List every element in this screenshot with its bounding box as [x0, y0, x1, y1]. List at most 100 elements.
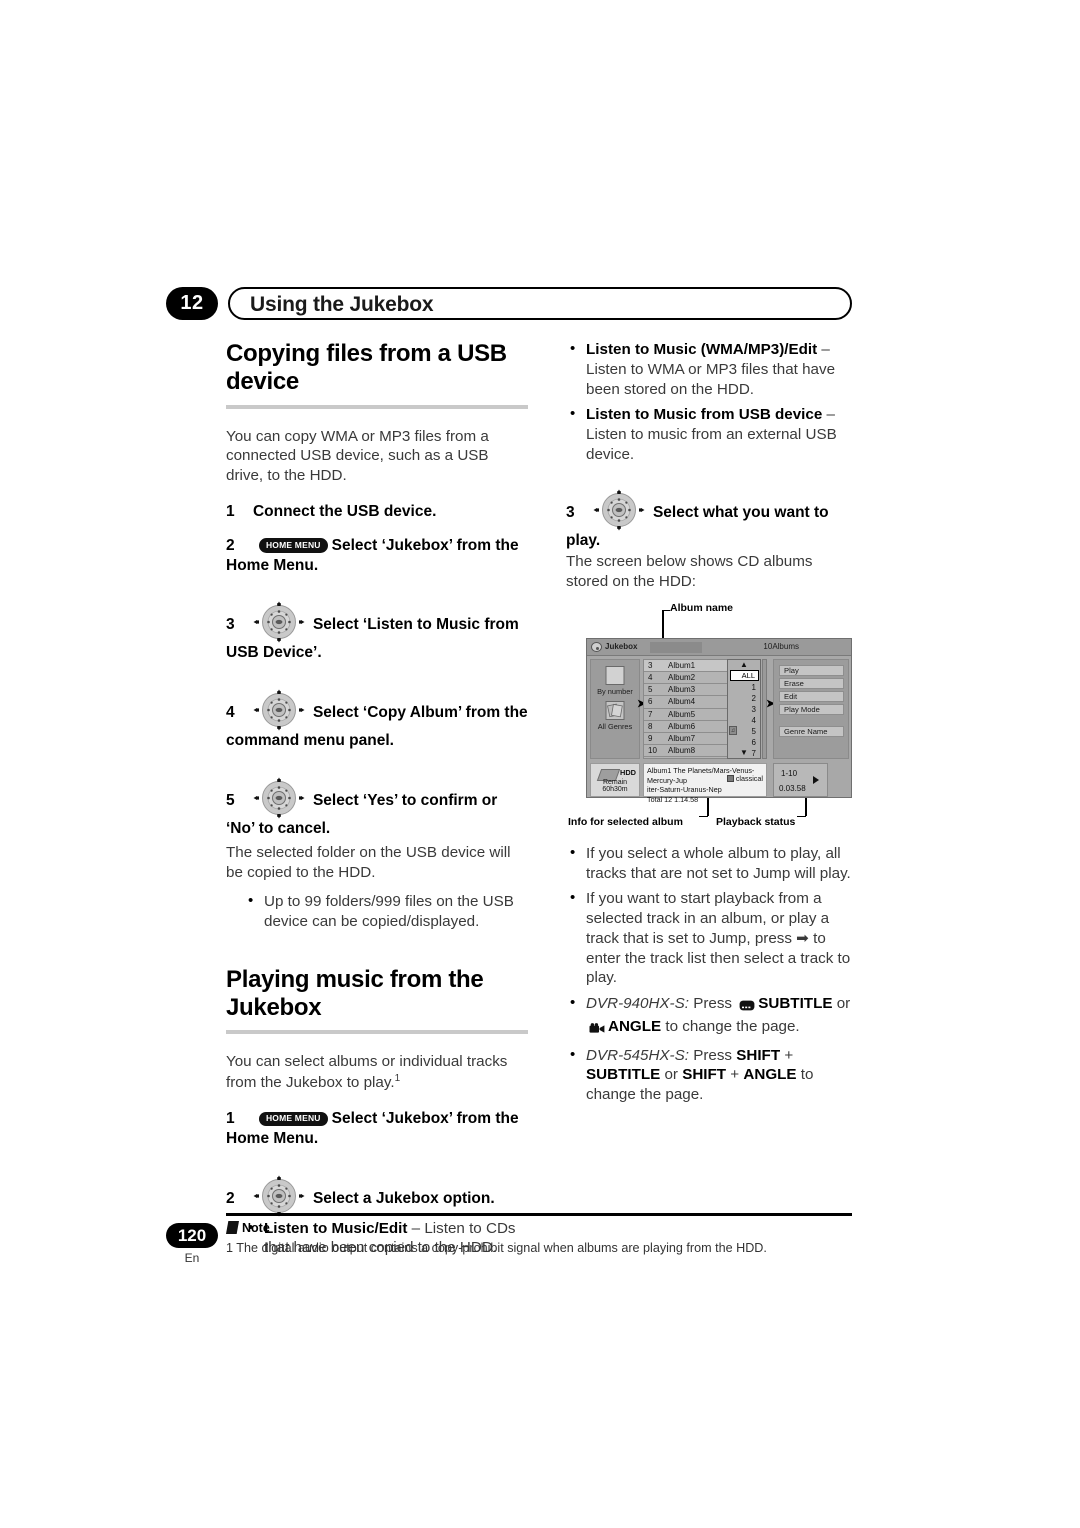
- pencil-icon: [226, 1221, 239, 1234]
- key-subtitle: SUBTITLE: [758, 995, 833, 1013]
- osd-page-column[interactable]: ▲ ALL 1 2 3 4 ♫ 5 6 7 ▼: [727, 658, 761, 759]
- row-number: 6: [648, 697, 653, 707]
- page-item[interactable]: 2: [752, 694, 756, 703]
- page-item[interactable]: 1: [752, 683, 756, 692]
- row-album-name: Album5: [668, 709, 696, 719]
- disc-icon: [591, 642, 602, 653]
- page-item[interactable]: 4: [752, 716, 756, 725]
- scroll-down-icon[interactable]: ▼: [728, 748, 760, 757]
- play-icon: [813, 775, 819, 784]
- osd-filter-panel[interactable]: By number All Genres: [590, 658, 640, 759]
- command-play[interactable]: Play: [779, 664, 844, 676]
- row-album-name: Album4: [668, 697, 696, 707]
- filter-by-number-label: By number: [597, 686, 633, 696]
- left-column: Copying files from a USB device You can …: [226, 340, 528, 1272]
- command-erase[interactable]: Erase: [779, 677, 844, 689]
- footnote-marker: 1: [394, 1073, 401, 1085]
- callout-line: [699, 815, 708, 818]
- command-edit[interactable]: Edit: [779, 690, 844, 702]
- note-heading: Note: [226, 1221, 270, 1235]
- music-note-icon: [726, 774, 734, 782]
- row-album-name: Album8: [668, 746, 696, 756]
- info-line-2: iter-Saturn-Uranus-Nep: [647, 785, 722, 795]
- step-item: 5 Select ‘Yes’ to confirm or ‘No’ to can…: [226, 777, 528, 839]
- step-item: 2 HOME MENU Select ‘Jukebox’ from the Hom…: [226, 536, 528, 576]
- osd-title: Jukebox: [605, 641, 638, 651]
- step-item: 1 Connect the USB device.: [226, 502, 528, 522]
- osd-albums-count: 10Albums: [763, 642, 799, 652]
- home-menu-icon: HOME MENU: [258, 538, 328, 553]
- list-item: Listen to Music from USB device – Listen…: [566, 404, 852, 464]
- footnote-text: 1 The digital audio output contains a co…: [226, 1241, 767, 1255]
- dpad-icon: [593, 489, 645, 531]
- key-subtitle: SUBTITLE: [586, 1066, 661, 1084]
- section-heading-copying: Copying files from a USB device: [226, 340, 507, 396]
- angle-icon: [589, 1020, 605, 1040]
- jukebox-screen-figure: Album name Jukebox 10Albums By number Al…: [566, 602, 852, 830]
- chapter-number: 12: [166, 287, 218, 320]
- filter-all-genres-label: All Genres: [597, 721, 633, 731]
- osd-album-info: Album1 The Planets/Mars-Venus-Mercury-Ju…: [643, 762, 767, 804]
- callout-line: [805, 797, 807, 816]
- step-number: 2: [226, 1189, 235, 1207]
- key-shift: SHIFT: [736, 1046, 781, 1064]
- list-item: If you select a whole album to play, all…: [566, 843, 852, 884]
- command-genre-name[interactable]: Genre Name: [779, 725, 844, 737]
- hdd-label: HDD: [619, 767, 636, 777]
- row-number: 8: [648, 721, 653, 731]
- list-item: DVR-940HX-S: Press SUBTITLE or ANGLE to …: [566, 993, 852, 1040]
- step-item: 2 Select a Jukebox option.: [226, 1175, 528, 1217]
- list-item: If you want to start playback from a sel…: [566, 888, 852, 988]
- key-angle: ANGLE: [608, 1017, 662, 1035]
- step-text: Select a Jukebox option.: [312, 1189, 495, 1207]
- row-album-name: Album1: [668, 660, 696, 670]
- dpad-icon: [253, 1175, 305, 1217]
- step-number: 3: [566, 503, 575, 521]
- row-album-name: Album7: [668, 733, 696, 743]
- row-number: 3: [648, 660, 653, 670]
- callout-line: [707, 797, 709, 816]
- page-language: En: [184, 1251, 200, 1265]
- key-shift: SHIFT: [682, 1066, 727, 1084]
- heading-rule: [226, 404, 528, 409]
- playback-notes: If you select a whole album to play, all…: [566, 843, 852, 1105]
- intro-paragraph-playing: You can select albums or individual trac…: [226, 1053, 508, 1092]
- page-item-all[interactable]: ALL: [730, 669, 759, 681]
- page-item[interactable]: 6: [752, 738, 756, 747]
- page-item[interactable]: 3: [752, 705, 756, 714]
- genres-icon: [605, 700, 625, 720]
- row-number: 7: [648, 709, 653, 719]
- step-item: 3: [226, 601, 528, 663]
- home-menu-icon: HOME MENU: [258, 1111, 328, 1126]
- hdd-remaining: Remain 60h30m: [602, 779, 628, 794]
- model-name: DVR-545HX-S:: [586, 1046, 689, 1064]
- right-column: Listen to Music (WMA/MP3)/Edit – Listen …: [566, 339, 852, 1119]
- osd-title-bar-fill: [650, 641, 702, 653]
- scroll-up-icon[interactable]: ▲: [728, 660, 760, 669]
- row-album-name: Album3: [668, 685, 696, 695]
- list-item: DVR-545HX-S: Press SHIFT + SUBTITLE or S…: [566, 1045, 852, 1105]
- playback-range: 1-10: [781, 768, 798, 778]
- osd-titlebar: Jukebox 10Albums: [587, 638, 851, 656]
- callout-info-album: Info for selected album: [568, 815, 683, 828]
- intro-paragraph-copying: You can copy WMA or MP3 files from a con…: [226, 427, 489, 485]
- option-label: Listen to Music/Edit: [264, 1219, 408, 1237]
- osd-command-panel[interactable]: Play Erase Edit Play Mode Genre Name: [773, 658, 849, 759]
- osd-storage-box: HDD Remain 60h30m: [590, 762, 640, 797]
- command-play-mode[interactable]: Play Mode: [779, 703, 844, 715]
- row-number: 10: [648, 746, 657, 756]
- step-number: 5: [226, 792, 235, 810]
- key-angle: ANGLE: [743, 1066, 797, 1084]
- step3-note: The screen below shows CD albums stored …: [566, 553, 813, 591]
- heading-rule: [226, 1030, 528, 1035]
- chapter-title: Using the Jukebox: [250, 293, 434, 316]
- callout-playback-status: Playback status: [716, 815, 796, 828]
- row-album-name: Album2: [668, 673, 696, 683]
- option-label: Listen to Music (WMA/MP3)/Edit: [586, 341, 818, 358]
- jukebox-options-right: Listen to Music (WMA/MP3)/Edit – Listen …: [566, 339, 852, 465]
- step-number: 3: [226, 616, 235, 634]
- row-number: 9: [648, 733, 653, 743]
- document-page: 12 Using the Jukebox Copying files from …: [0, 0, 1080, 1528]
- info-genre: classical: [726, 774, 763, 784]
- page-item[interactable]: 5: [752, 727, 756, 736]
